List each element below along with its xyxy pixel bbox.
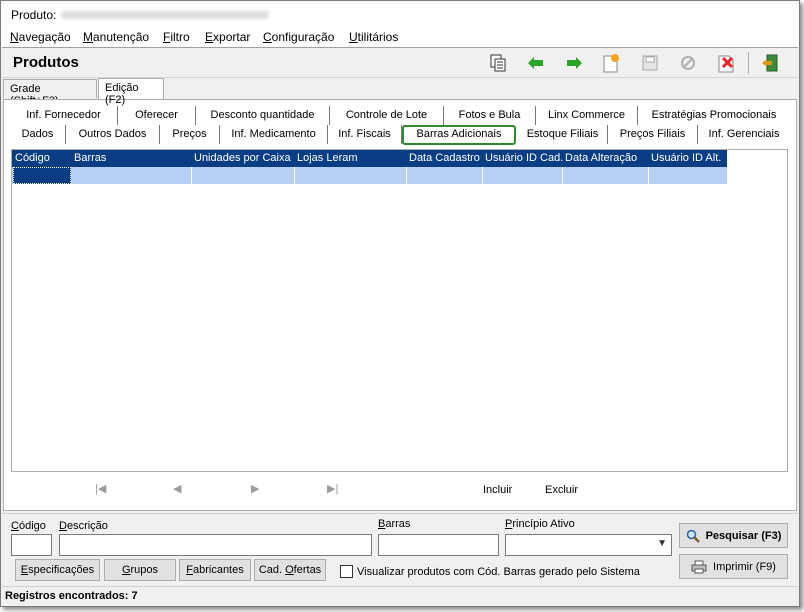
exit-icon[interactable] [758,52,782,74]
tab-barras-adicionais[interactable]: Barras Adicionais [402,125,516,145]
first-record-icon[interactable]: |◀ [95,482,106,495]
tab-row-2: Dados Outros Dados Preços Inf. Medicamen… [10,125,790,145]
descricao-input[interactable] [59,534,372,556]
tab-precos-filiais[interactable]: Preços Filiais [608,125,698,144]
forward-arrow-icon[interactable] [562,52,586,74]
tab-inf-fornecedor[interactable]: Inf. Fornecedor [10,106,118,125]
fabricantes-button[interactable]: Fabricantes [179,559,251,581]
cell-usuario-cad[interactable] [483,167,563,184]
menu-utilitarios[interactable]: Utilitários [349,30,398,44]
cell-barras[interactable] [72,167,192,184]
barcode-system-checkbox-label: Visualizar produtos com Cód. Barras gera… [357,565,640,578]
tab-estoque-filiais[interactable]: Estoque Filiais [518,125,608,144]
tab-controle-de-lote[interactable]: Controle de Lote [330,106,444,125]
tab-row-1: Inf. Fornecedor Oferecer Desconto quanti… [10,106,790,125]
page-title: Produtos [13,54,79,71]
imprimir-button[interactable]: Imprimir (F9) [679,554,788,579]
records-found-text: Registros encontrados: 7 [5,590,138,602]
column-usuario-id-alt[interactable]: Usuário ID Alt. [651,152,721,164]
menu-navegacao[interactable]: Navegação [10,30,71,44]
tab-inf-gerenciais[interactable]: Inf. Gerenciais [698,125,790,144]
column-lojas-leram[interactable]: Lojas Leram [297,152,358,164]
barcodes-grid[interactable]: Código Barras Unidades por Caixa Lojas L… [11,149,788,472]
cancel-icon[interactable] [676,52,700,74]
pesquisar-label: Pesquisar (F3) [705,529,782,542]
especificacoes-button[interactable]: Especificações [15,559,100,581]
principio-ativo-select[interactable]: ▼ [505,534,672,556]
last-record-icon[interactable]: ▶| [327,482,338,495]
tab-precos[interactable]: Preços [160,125,220,144]
tab-estrategias-promocionais[interactable]: Estratégias Promocionais [638,106,790,125]
barras-input[interactable] [378,534,499,556]
imprimir-label: Imprimir (F9) [713,560,776,573]
menu-filtro[interactable]: Filtro [163,30,190,44]
tab-fotos-e-bula[interactable]: Fotos e Bula [444,106,536,125]
column-barras[interactable]: Barras [74,152,106,164]
search-icon [686,529,700,543]
product-window: Produto: Navegação Manutenção Filtro Exp… [0,0,800,607]
descricao-label: Descrição [59,520,108,532]
barcode-system-checkbox-row[interactable]: Visualizar produtos com Cód. Barras gera… [340,565,640,578]
window-title: Produto: [11,8,57,22]
cell-usuario-alt[interactable] [649,167,727,184]
toolbar-separator [748,52,749,74]
grupos-button[interactable]: Grupos [104,559,176,581]
tab-linx-commerce[interactable]: Linx Commerce [536,106,638,125]
column-unidades-por-caixa[interactable]: Unidades por Caixa [194,152,291,164]
tab-inf-medicamento[interactable]: Inf. Medicamento [220,125,328,144]
menu-manutencao[interactable]: Manutenção [83,30,149,44]
menu-configuracao[interactable]: Configuração [263,30,334,44]
tab-dados[interactable]: Dados [10,125,66,144]
chevron-down-icon: ▼ [657,538,667,549]
cell-unidades[interactable] [192,167,295,184]
exclude-button[interactable]: Excluir [545,484,578,496]
back-arrow-icon[interactable] [524,52,548,74]
printer-icon [691,560,707,573]
tab-inf-fiscais[interactable]: Inf. Fiscais [328,125,402,144]
menu-exportar[interactable]: Exportar [205,30,250,44]
principio-ativo-label: Princípio Ativo [505,518,575,530]
tab-grade[interactable]: Grade (Shift+F3) [3,79,97,107]
column-codigo[interactable]: Código [15,152,50,164]
column-data-cadastro[interactable]: Data Cadastro [409,152,480,164]
cell-data-alteracao[interactable] [563,167,649,184]
save-icon[interactable] [638,52,662,74]
next-record-icon[interactable]: ▶ [251,482,259,495]
header-bar: Produtos [2,48,798,78]
column-data-alteracao[interactable]: Data Alteração [565,152,637,164]
tab-edicao[interactable]: Edição (F2) [98,78,164,106]
column-usuario-id-cad[interactable]: Usuário ID Cad. [485,152,563,164]
tab-desconto-quantidade[interactable]: Desconto quantidade [196,106,330,125]
barras-label: Barras [378,518,411,530]
new-icon[interactable] [599,52,623,74]
grid-navigator: |◀ ◀ ▶ ▶| Incluir Excluir [11,479,788,501]
cell-codigo[interactable] [13,167,71,184]
cad-ofertas-button[interactable]: Cad. Ofertas [254,559,326,581]
barcode-system-checkbox[interactable] [340,565,353,578]
title-bar: Produto: [1,1,799,27]
prev-record-icon[interactable]: ◀ [173,482,181,495]
cell-lojas[interactable] [295,167,407,184]
status-bar: Registros encontrados: 7 [2,586,798,606]
search-panel: Código Descrição Barras Princípio Ativo … [2,513,798,586]
pesquisar-button[interactable]: Pesquisar (F3) [679,523,788,548]
codigo-input[interactable] [11,534,52,556]
product-name-redacted [61,11,269,19]
table-row[interactable] [12,167,727,184]
include-button[interactable]: Incluir [483,484,512,496]
grid-header: Código Barras Unidades por Caixa Lojas L… [12,150,727,167]
menu-bar: Navegação Manutenção Filtro Exportar Con… [1,27,799,47]
tab-oferecer[interactable]: Oferecer [118,106,196,125]
tab-outros-dados[interactable]: Outros Dados [66,125,160,144]
cell-data-cadastro[interactable] [407,167,483,184]
copy-icon[interactable] [486,52,510,74]
codigo-label: Código [11,520,46,532]
delete-icon[interactable] [714,52,738,74]
